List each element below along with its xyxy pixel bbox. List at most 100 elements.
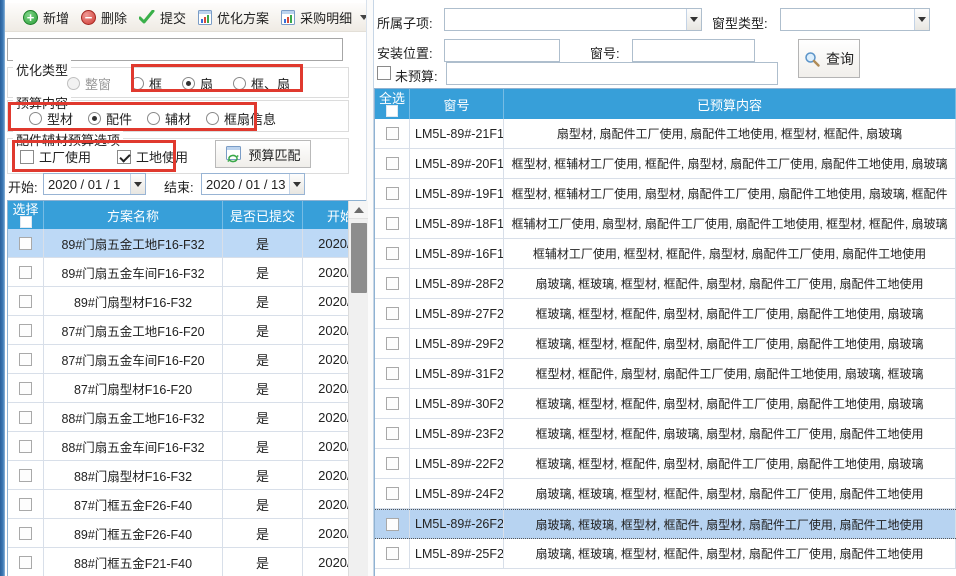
row-checkbox[interactable] bbox=[386, 337, 399, 350]
select-header-label: 选择 bbox=[12, 204, 38, 216]
plan-search-input[interactable] bbox=[7, 38, 343, 61]
row-checkbox[interactable] bbox=[19, 324, 32, 337]
select-all-checkbox[interactable] bbox=[386, 105, 398, 117]
table-row[interactable]: LM5L-89#-16F15框辅材工厂使用, 框型材, 框配件, 扇型材, 扇配… bbox=[375, 239, 956, 269]
row-select-cell bbox=[8, 403, 44, 431]
table-row[interactable]: 88#门扇五金工地F16-F32是2020/0 bbox=[8, 403, 368, 432]
row-checkbox[interactable] bbox=[386, 277, 399, 290]
chevron-down-icon bbox=[690, 17, 698, 22]
window-type-dropdown-button[interactable] bbox=[914, 9, 929, 30]
table-row[interactable]: 87#门扇型材F16-F20是2020/0 bbox=[8, 374, 368, 403]
table-row[interactable]: LM5L-89#-29F27框玻璃, 框型材, 框配件, 扇型材, 扇配件工厂使… bbox=[375, 329, 956, 359]
new-button[interactable]: + 新增 bbox=[17, 5, 75, 30]
radio-option[interactable]: 框 bbox=[131, 74, 162, 93]
query-button[interactable]: 查询 bbox=[798, 39, 860, 78]
submit-button[interactable]: 提交 bbox=[133, 5, 192, 30]
row-checkbox[interactable] bbox=[386, 397, 399, 410]
table-row[interactable]: LM5L-89#-26F24扇玻璃, 框玻璃, 框型材, 框配件, 扇型材, 扇… bbox=[375, 509, 956, 539]
table-row[interactable]: 89#门框五金F26-F40是2020/0 bbox=[8, 519, 368, 548]
sub-item-combobox[interactable] bbox=[444, 8, 702, 31]
delete-button[interactable]: − 删除 bbox=[75, 5, 133, 30]
table-row[interactable]: LM5L-89#-31F29框型材, 框配件, 扇型材, 扇配件工厂使用, 扇配… bbox=[375, 359, 956, 389]
start-date-picker[interactable]: 2020 / 01 / 1 bbox=[43, 173, 146, 195]
end-date-dropdown-button[interactable] bbox=[289, 174, 304, 194]
table-row[interactable]: 88#门扇五金车间F16-F32是2020/0 bbox=[8, 432, 368, 461]
plan-table-scrollbar[interactable] bbox=[348, 201, 368, 576]
table-row[interactable]: LM5L-89#-25F23扇玻璃, 框玻璃, 框型材, 框配件, 扇型材, 扇… bbox=[375, 539, 956, 569]
row-checkbox[interactable] bbox=[386, 157, 399, 170]
table-row[interactable]: 88#门扇型材F16-F32是2020/0 bbox=[8, 461, 368, 490]
row-checkbox[interactable] bbox=[19, 556, 32, 569]
scrollbar-thumb[interactable] bbox=[351, 223, 367, 293]
table-row[interactable]: LM5L-89#-27F25框玻璃, 框型材, 框配件, 扇型材, 扇配件工厂使… bbox=[375, 299, 956, 329]
table-row[interactable]: 87#门扇五金工地F16-F20是2020/0 bbox=[8, 316, 368, 345]
budgeted-content-column-header[interactable]: 已预算内容 bbox=[504, 89, 956, 119]
table-row[interactable]: LM5L-89#-22F20框玻璃, 框型材, 框配件, 扇型材, 扇配件工厂使… bbox=[375, 449, 956, 479]
table-row[interactable]: LM5L-89#-23F21框玻璃, 框型材, 框配件, 扇玻璃, 扇型材, 扇… bbox=[375, 419, 956, 449]
no-budget-checkbox[interactable] bbox=[377, 66, 391, 80]
sub-item-dropdown-button[interactable] bbox=[686, 9, 701, 30]
radio-option[interactable]: 整窗 bbox=[67, 74, 111, 93]
row-select-cell bbox=[375, 119, 410, 148]
table-row[interactable]: LM5L-89#-24F22扇玻璃, 框玻璃, 框型材, 框配件, 扇型材, 扇… bbox=[375, 479, 956, 509]
row-checkbox[interactable] bbox=[19, 440, 32, 453]
table-row[interactable]: 87#门框五金F26-F40是2020/0 bbox=[8, 490, 368, 519]
table-row[interactable]: LM5L-89#-28F26扇玻璃, 框玻璃, 框型材, 框配件, 扇型材, 扇… bbox=[375, 269, 956, 299]
table-row[interactable]: 89#门扇五金工地F16-F32是2020/0 bbox=[8, 229, 368, 258]
row-checkbox[interactable] bbox=[19, 353, 32, 366]
radio-option[interactable]: 框、扇 bbox=[233, 74, 290, 93]
checkbox-option[interactable]: 工地使用 bbox=[117, 147, 188, 166]
table-row[interactable]: 89#门扇五金车间F16-F32是2020/0 bbox=[8, 258, 368, 287]
no-budget-input[interactable] bbox=[446, 62, 778, 85]
select-all-checkbox[interactable] bbox=[20, 216, 32, 228]
plan-name-column-header[interactable]: 方案名称 bbox=[44, 201, 223, 229]
row-checkbox[interactable] bbox=[19, 266, 32, 279]
query-button-label: 查询 bbox=[826, 49, 854, 69]
row-checkbox[interactable] bbox=[386, 518, 399, 531]
row-checkbox[interactable] bbox=[386, 427, 399, 440]
table-row[interactable]: LM5L-89#-20F18框型材, 框辅材工厂使用, 框配件, 扇型材, 扇配… bbox=[375, 149, 956, 179]
radio-icon bbox=[182, 77, 195, 90]
optimize-plan-button[interactable]: 优化方案 bbox=[192, 5, 275, 30]
radio-option[interactable]: 型材 bbox=[29, 109, 73, 128]
row-checkbox[interactable] bbox=[386, 457, 399, 470]
radio-option[interactable]: 框扇信息 bbox=[206, 109, 276, 128]
table-row[interactable]: 89#门扇型材F16-F32是2020/0 bbox=[8, 287, 368, 316]
row-checkbox[interactable] bbox=[19, 382, 32, 395]
window-no-column-header[interactable]: 窗号 bbox=[410, 89, 504, 119]
radio-option[interactable]: 扇 bbox=[182, 74, 213, 93]
row-checkbox[interactable] bbox=[386, 217, 399, 230]
window-no-cell: LM5L-89#-31F29 bbox=[410, 359, 504, 388]
table-row[interactable]: LM5L-89#-30F28框玻璃, 框型材, 框配件, 扇型材, 扇配件工厂使… bbox=[375, 389, 956, 419]
window-type-combobox[interactable] bbox=[780, 8, 930, 31]
budget-match-button[interactable]: 预算匹配 bbox=[215, 140, 311, 168]
row-checkbox[interactable] bbox=[386, 367, 399, 380]
row-checkbox[interactable] bbox=[386, 187, 399, 200]
row-checkbox[interactable] bbox=[19, 469, 32, 482]
row-checkbox[interactable] bbox=[386, 247, 399, 260]
checkbox-option[interactable]: 工厂使用 bbox=[20, 147, 91, 166]
table-row[interactable]: 87#门扇五金车间F16-F20是2020/0 bbox=[8, 345, 368, 374]
purchase-detail-button[interactable]: 采购明细 bbox=[275, 5, 374, 30]
table-row[interactable]: LM5L-89#-21F19扇型材, 扇配件工厂使用, 扇配件工地使用, 框型材… bbox=[375, 119, 956, 149]
table-row[interactable]: LM5L-89#-19F17框型材, 框辅材工厂使用, 扇型材, 扇配件工厂使用… bbox=[375, 179, 956, 209]
install-position-input[interactable] bbox=[444, 39, 560, 62]
row-checkbox[interactable] bbox=[386, 547, 399, 560]
submitted-column-header[interactable]: 是否已提交 bbox=[223, 201, 303, 229]
window-no-input[interactable] bbox=[632, 39, 755, 62]
row-checkbox[interactable] bbox=[19, 237, 32, 250]
row-checkbox[interactable] bbox=[386, 127, 399, 140]
end-date-picker[interactable]: 2020 / 01 / 13 bbox=[201, 173, 305, 195]
table-row[interactable]: 88#门框五金F21-F40是2020/0 bbox=[8, 548, 368, 576]
radio-option[interactable]: 辅材 bbox=[147, 109, 191, 128]
radio-option[interactable]: 配件 bbox=[88, 109, 132, 128]
row-checkbox[interactable] bbox=[386, 307, 399, 320]
row-checkbox[interactable] bbox=[386, 487, 399, 500]
row-checkbox[interactable] bbox=[19, 498, 32, 511]
scroll-up-button[interactable] bbox=[349, 201, 368, 219]
row-checkbox[interactable] bbox=[19, 295, 32, 308]
row-checkbox[interactable] bbox=[19, 527, 32, 540]
table-row[interactable]: LM5L-89#-18F16框辅材工厂使用, 扇型材, 扇配件工厂使用, 扇配件… bbox=[375, 209, 956, 239]
start-date-dropdown-button[interactable] bbox=[130, 174, 145, 194]
row-checkbox[interactable] bbox=[19, 411, 32, 424]
